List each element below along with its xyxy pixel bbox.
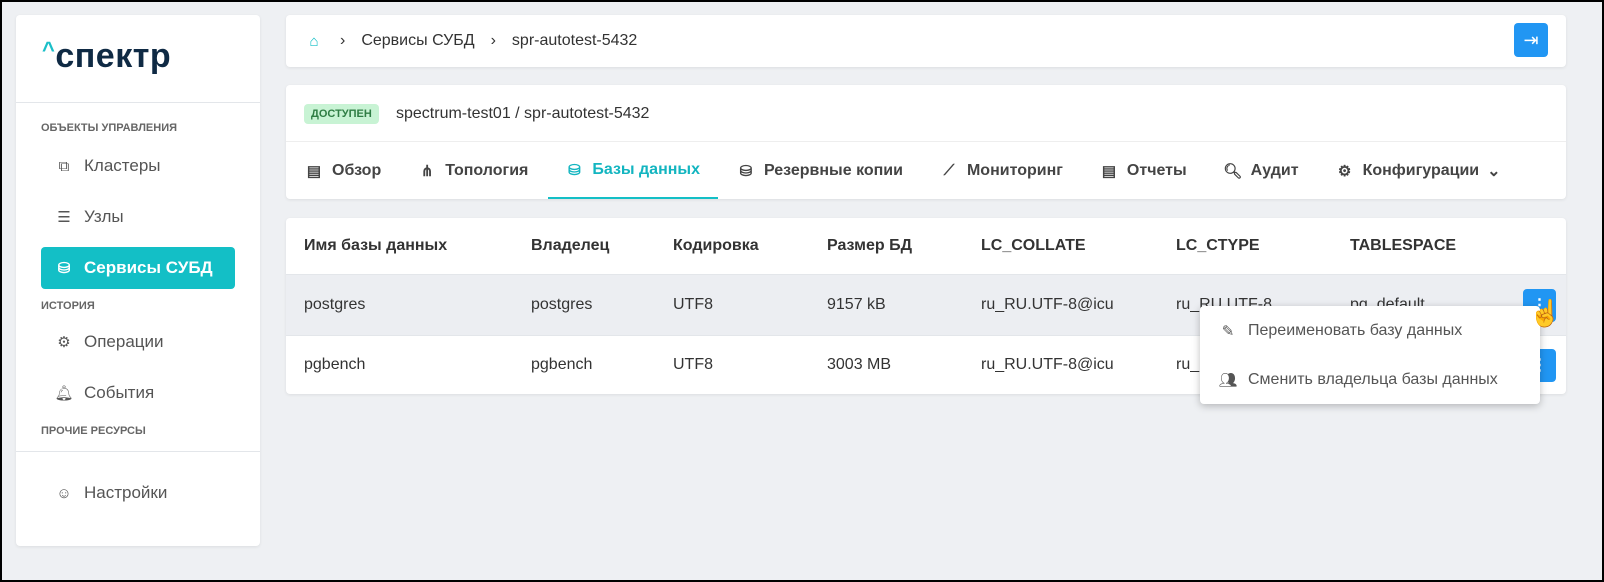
audit-icon: 🔍︎: [1223, 162, 1243, 180]
service-header: ДОСТУПЕН spectrum-test01 / spr-autotest-…: [286, 85, 1566, 199]
breadcrumb-item: spr-autotest-5432: [511, 32, 638, 49]
section-title: ПРОЧИЕ РЕСУРСЫ: [16, 420, 260, 452]
chevron-right-icon: ›: [490, 32, 496, 49]
database-icon: ⛁: [57, 260, 71, 277]
tab-databases[interactable]: ⛁ Базы данных: [548, 142, 718, 199]
sidebar: ^спектр ОБЪЕКТЫ УПРАВЛЕНИЯ ⧉ Кластеры ☰ Уз…: [16, 15, 260, 546]
cell: postgres: [531, 296, 593, 313]
section-title: ИСТОРИЯ: [41, 300, 95, 312]
column-header: TABLESPACE: [1350, 237, 1457, 254]
gear-icon: ⚙: [1337, 162, 1352, 180]
cell: pgbench: [304, 356, 366, 373]
cluster-icon: ⧉: [58, 157, 70, 175]
tab-monitoring[interactable]: ⟋ Мониторинг: [937, 142, 1081, 199]
service-path: spectrum-test01 / spr-autotest-5432: [396, 105, 650, 122]
chevron-right-icon: ›: [340, 32, 346, 49]
column-header: Имя базы данных: [304, 237, 448, 254]
cell: postgres: [304, 296, 366, 313]
tabs: ▤ Обзор ⋔ Топология ⛁ Базы данных ⛁ Резервны…: [286, 141, 1566, 199]
row-actions-menu: ✎ Переименовать базу данных 👥︎ Сменить вла…: [1200, 306, 1540, 404]
logo[interactable]: ^спектр: [16, 15, 260, 103]
backup-icon: ⛁: [739, 162, 753, 180]
sidebar-item-nodes[interactable]: ☰ Узлы: [41, 196, 235, 238]
sidebar-item-events[interactable]: 🔔︎ События: [41, 372, 235, 414]
breadcrumb-item[interactable]: Сервисы СУБД: [361, 32, 474, 50]
tab-backups[interactable]: ⛁ Резервные копии: [734, 142, 921, 199]
cell: 9157 kB: [827, 296, 886, 313]
breadcrumb: ⌂ › Сервисы СУБД › spr-autotest-5432 ⇥: [286, 15, 1566, 67]
report-icon: ▤: [1101, 162, 1116, 180]
logout-button[interactable]: ⇥: [1514, 23, 1548, 57]
home-icon[interactable]: ⌂: [304, 31, 324, 51]
menu-item-change-owner[interactable]: 👥︎ Сменить владельца базы данных: [1200, 355, 1540, 404]
column-header: Размер БД: [827, 237, 912, 254]
sidebar-item-clusters[interactable]: ⧉ Кластеры: [41, 145, 235, 187]
pencil-icon: ✎: [1221, 322, 1235, 340]
cell: ru_RU.UTF-8@icu: [981, 296, 1114, 313]
tab-configurations[interactable]: ⚙ Конфигурации ⌄: [1333, 142, 1519, 199]
sidebar-item-operations[interactable]: ⚙ Операции: [41, 321, 235, 363]
users-icon: 👥︎: [1218, 371, 1238, 389]
tab-audit[interactable]: 🔍︎ Аудит: [1221, 142, 1317, 199]
topology-icon: ⋔: [420, 162, 434, 180]
tab-reports[interactable]: ▤ Отчеты: [1097, 142, 1205, 199]
column-header: Владелец: [531, 237, 610, 254]
tab-overview[interactable]: ▤ Обзор: [302, 142, 399, 199]
status-badge: ДОСТУПЕН: [304, 104, 379, 124]
cell: UTF8: [673, 296, 713, 313]
operations-icon: ⚙: [57, 334, 71, 351]
database-icon: ⛁: [568, 161, 581, 179]
column-header: Кодировка: [673, 237, 759, 254]
table-header: Имя базы данных Владелец Кодировка Разме…: [286, 218, 1566, 275]
sidebar-item-settings[interactable]: ☺ Настройки: [41, 472, 235, 514]
menu-item-rename-database[interactable]: ✎ Переименовать базу данных: [1200, 306, 1540, 355]
hand-cursor-icon: ☝: [1529, 298, 1562, 328]
sidebar-item-dbms-services[interactable]: ⛁ Сервисы СУБД: [41, 247, 235, 289]
column-header: LC_CTYPE: [1176, 237, 1260, 254]
cell: ru_RU.UTF-8@icu: [981, 356, 1114, 373]
alarm-icon: 🔔︎: [54, 385, 74, 402]
chevron-down-icon: ⌄: [1487, 162, 1501, 180]
cell: UTF8: [673, 356, 713, 373]
server-icon: ☰: [57, 209, 71, 226]
cell: pgbench: [531, 356, 593, 373]
user-icon: ☺: [56, 484, 72, 502]
logout-icon: ⇥: [1523, 29, 1539, 50]
column-header: LC_COLLATE: [981, 237, 1086, 254]
cell: 3003 MB: [827, 356, 892, 373]
tab-topology[interactable]: ⋔ Топология: [415, 142, 546, 199]
section-title: ОБЪЕКТЫ УПРАВЛЕНИЯ: [41, 122, 178, 134]
chart-icon: ⟋: [943, 162, 955, 179]
document-icon: ▤: [306, 162, 322, 180]
